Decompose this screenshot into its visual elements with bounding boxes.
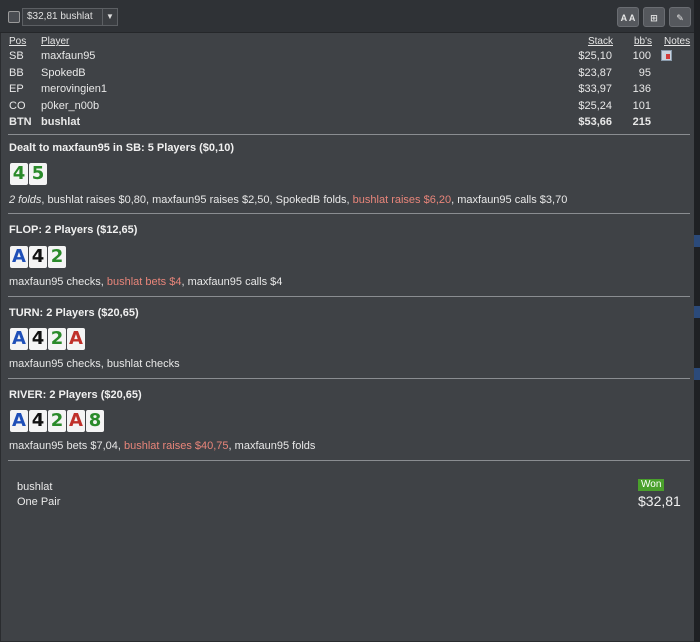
player-bbs: 95 bbox=[638, 66, 651, 79]
playing-card: A bbox=[67, 410, 85, 432]
hand-replayer-window: $32,81 bushlat ▼ A A ⊞ ✎ Pos Player Stac… bbox=[0, 0, 700, 642]
flop-title: FLOP: 2 Players ($12,65) bbox=[9, 224, 138, 236]
toolbar: $32,81 bushlat ▼ A A ⊞ ✎ bbox=[0, 0, 694, 33]
header-notes[interactable]: Notes bbox=[664, 36, 690, 47]
won-amount: $32,81 bbox=[638, 493, 681, 509]
winner-name: bushlat bbox=[17, 481, 53, 493]
action-text: , maxfaun95 folds bbox=[228, 440, 316, 452]
winning-hand: One Pair bbox=[17, 496, 61, 508]
edge-stripe bbox=[694, 235, 700, 247]
header-pos[interactable]: Pos bbox=[9, 36, 26, 47]
flop-actions: maxfaun95 checks, bushlat bets $4, maxfa… bbox=[9, 276, 282, 288]
divider bbox=[8, 134, 690, 135]
hero-action: bushlat bets $4 bbox=[106, 276, 182, 288]
hero-action: bushlat raises $40,75 bbox=[123, 440, 229, 452]
player-bbs: 136 bbox=[632, 83, 651, 95]
turn-cards: A42A bbox=[10, 328, 85, 350]
player-row[interactable]: EP merovingien1 $33,97 136 bbox=[0, 83, 694, 99]
player-name: p0ker_n00b bbox=[41, 99, 100, 112]
playing-card: 2 bbox=[48, 410, 66, 432]
player-row[interactable]: CO p0ker_n00b $25,24 101 bbox=[0, 100, 694, 116]
grid-icon[interactable]: ⊞ bbox=[643, 7, 665, 27]
player-name: merovingien1 bbox=[41, 83, 108, 95]
player-stack: $23,87 bbox=[578, 66, 612, 79]
playing-card: 4 bbox=[10, 163, 28, 185]
player-stack: $25,24 bbox=[578, 99, 612, 112]
player-name: maxfaun95 bbox=[41, 50, 96, 62]
preflop-cards: 45 bbox=[10, 163, 47, 185]
edge-stripe bbox=[694, 306, 700, 318]
river-cards: A42A8 bbox=[10, 410, 104, 432]
action-text: , maxfaun95 calls $3,70 bbox=[451, 194, 568, 206]
player-bbs: 215 bbox=[632, 116, 651, 128]
player-bbs: 101 bbox=[632, 99, 651, 112]
river-title: RIVER: 2 Players ($20,65) bbox=[9, 389, 142, 401]
player-bbs: 100 bbox=[632, 50, 651, 62]
turn-title: TURN: 2 Players ($20,65) bbox=[9, 307, 139, 319]
edit-pencil-icon[interactable]: ✎ bbox=[669, 7, 691, 27]
hand-selector-dropdown[interactable]: $32,81 bushlat ▼ bbox=[22, 8, 118, 26]
header-bbs[interactable]: bb's bbox=[634, 36, 652, 47]
header-stack[interactable]: Stack bbox=[588, 36, 613, 47]
playing-card: 4 bbox=[29, 410, 47, 432]
note-icon[interactable] bbox=[661, 50, 672, 61]
action-text: maxfaun95 bets $7,04, bbox=[9, 440, 124, 452]
playing-card: A bbox=[10, 246, 28, 268]
player-stack: $33,97 bbox=[578, 83, 612, 95]
player-row[interactable]: BB SpokedB $23,87 95 bbox=[0, 67, 694, 83]
select-hand-checkbox[interactable] bbox=[8, 11, 20, 23]
player-stack: $53,66 bbox=[578, 116, 612, 128]
preflop-title: Dealt to maxfaun95 in SB: 5 Players ($0,… bbox=[9, 142, 234, 154]
divider bbox=[8, 213, 690, 214]
player-stack: $25,10 bbox=[578, 50, 612, 62]
playing-card: 2 bbox=[48, 246, 66, 268]
preflop-actions: 2 folds, bushlat raises $0,80, maxfaun95… bbox=[9, 194, 567, 206]
player-row[interactable]: BTN bushlat $53,66 215 bbox=[0, 116, 694, 132]
playing-card: A bbox=[10, 410, 28, 432]
divider bbox=[8, 378, 690, 379]
playing-card: A bbox=[67, 328, 85, 350]
divider bbox=[8, 460, 690, 461]
window-edge bbox=[694, 0, 700, 642]
playing-card: A bbox=[10, 328, 28, 350]
edge-stripe bbox=[694, 368, 700, 380]
chevron-down-icon[interactable]: ▼ bbox=[102, 9, 117, 25]
action-text: , maxfaun95 calls $4 bbox=[181, 276, 283, 288]
header-player[interactable]: Player bbox=[41, 36, 69, 47]
player-pos: SB bbox=[9, 50, 24, 62]
flop-cards: A42 bbox=[10, 246, 66, 268]
playing-card: 5 bbox=[29, 163, 47, 185]
won-badge: Won bbox=[638, 479, 665, 491]
hero-action: bushlat raises $6,20 bbox=[352, 194, 452, 206]
hand-selector-value: $32,81 bushlat bbox=[27, 11, 93, 22]
player-pos: EP bbox=[9, 83, 24, 95]
player-pos: BB bbox=[9, 66, 24, 79]
divider bbox=[8, 296, 690, 297]
turn-actions: maxfaun95 checks, bushlat checks bbox=[9, 358, 180, 370]
playing-card: 4 bbox=[29, 246, 47, 268]
player-row[interactable]: SB maxfaun95 $25,10 100 bbox=[0, 50, 694, 66]
action-text: maxfaun95 checks, bushlat checks bbox=[9, 358, 180, 370]
action-text: 2 folds bbox=[9, 194, 42, 206]
playing-card: 4 bbox=[29, 328, 47, 350]
player-pos: CO bbox=[9, 99, 26, 112]
font-size-button[interactable]: A A bbox=[617, 7, 639, 27]
action-text: maxfaun95 checks, bbox=[9, 276, 107, 288]
player-name: SpokedB bbox=[41, 66, 86, 79]
river-actions: maxfaun95 bets $7,04, bushlat raises $40… bbox=[9, 440, 315, 452]
player-pos: BTN bbox=[9, 116, 32, 128]
playing-card: 2 bbox=[48, 328, 66, 350]
player-name: bushlat bbox=[41, 116, 81, 128]
playing-card: 8 bbox=[86, 410, 104, 432]
action-text: , bushlat raises $0,80, maxfaun95 raises… bbox=[41, 194, 353, 206]
